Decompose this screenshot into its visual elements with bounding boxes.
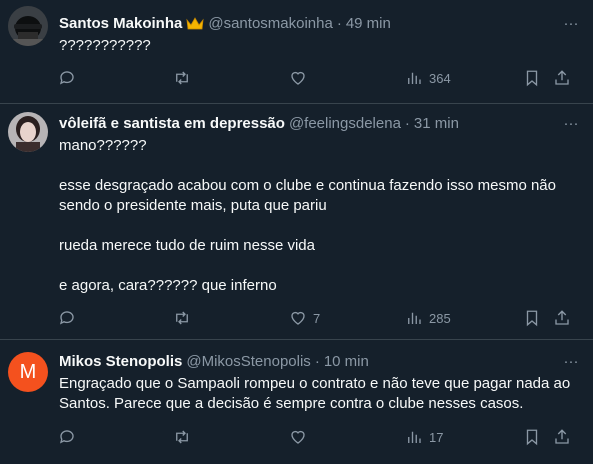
tweet[interactable]: vôleifã e santista em depressão @feeling… <box>0 104 593 340</box>
more-options-icon[interactable]: ··· <box>561 114 581 134</box>
user-handle[interactable]: @MikosStenopolis <box>186 352 310 372</box>
heart-icon <box>291 71 305 85</box>
timestamp[interactable]: 31 min <box>414 114 459 134</box>
action-bar: 7 285 <box>0 308 593 328</box>
display-name[interactable]: Mikos Stenopolis <box>59 352 182 372</box>
views-chart-icon <box>408 72 421 84</box>
avatar[interactable] <box>8 6 48 46</box>
like-button[interactable]: 7 <box>289 308 320 328</box>
like-button[interactable] <box>289 427 313 447</box>
retweet-button[interactable] <box>173 427 197 447</box>
more-options-icon[interactable]: ··· <box>561 14 581 34</box>
views-button[interactable]: 285 <box>405 308 451 328</box>
like-button[interactable] <box>289 68 313 88</box>
bookmark-icon <box>526 429 538 446</box>
retweet-button[interactable] <box>173 308 197 328</box>
view-count: 285 <box>429 310 451 326</box>
reply-icon <box>59 311 74 325</box>
view-count: 17 <box>429 429 444 445</box>
share-button[interactable] <box>553 308 571 328</box>
tweet-text: ??????????? <box>59 37 151 54</box>
display-name[interactable]: Santos Makoinha <box>59 14 182 34</box>
tweet-header: vôleifã e santista em depressão @feeling… <box>59 114 459 134</box>
avatar[interactable] <box>8 112 48 152</box>
tweet[interactable]: Santos Makoinha @santosmakoinha · 49 min… <box>0 0 593 104</box>
avatar[interactable]: M <box>8 352 48 392</box>
separator-dot: · <box>404 115 410 132</box>
tweet-header: Santos Makoinha @santosmakoinha · 49 min <box>59 14 391 34</box>
reply-button[interactable] <box>58 308 82 328</box>
retweet-icon <box>176 311 188 325</box>
like-count: 7 <box>313 310 321 326</box>
views-button[interactable]: 17 <box>405 427 443 447</box>
views-chart-icon <box>408 312 421 324</box>
bookmark-icon <box>526 70 538 87</box>
action-bar: 364 <box>0 68 593 88</box>
reply-icon <box>59 430 74 444</box>
view-count: 364 <box>429 70 451 86</box>
bookmark-button[interactable] <box>523 308 541 328</box>
tweet-text: Engraçado que o Sampaoli rompeu o contra… <box>59 375 571 412</box>
bookmark-button[interactable] <box>523 427 541 447</box>
timestamp[interactable]: 10 min <box>324 352 369 372</box>
tweet-text: mano?????? esse desgraçado acabou com o … <box>59 137 556 294</box>
separator-dot: · <box>314 353 320 370</box>
user-handle[interactable]: @feelingsdelena <box>289 114 401 134</box>
timestamp[interactable]: 49 min <box>346 14 391 34</box>
retweet-icon <box>176 430 188 444</box>
more-options-icon[interactable]: ··· <box>561 352 581 372</box>
share-icon <box>555 429 569 444</box>
heart-icon <box>291 311 305 325</box>
separator-dot: · <box>336 15 342 32</box>
bookmark-icon <box>526 310 538 327</box>
action-bar: 17 <box>0 427 593 447</box>
share-icon <box>555 70 569 85</box>
heart-icon <box>291 430 305 444</box>
views-chart-icon <box>408 431 421 443</box>
retweet-icon <box>176 71 188 85</box>
timeline-feed: Santos Makoinha @santosmakoinha · 49 min… <box>0 0 593 464</box>
display-name[interactable]: vôleifã e santista em depressão <box>59 114 285 134</box>
user-handle[interactable]: @santosmakoinha <box>208 14 332 34</box>
tweet-header: Mikos Stenopolis @MikosStenopolis · 10 m… <box>59 352 369 372</box>
crown-icon <box>186 17 204 31</box>
tweet[interactable]: M Mikos Stenopolis @MikosStenopolis · 10… <box>0 340 593 464</box>
avatar-letter: M <box>19 361 37 383</box>
views-button[interactable]: 364 <box>405 68 451 88</box>
reply-button[interactable] <box>58 427 82 447</box>
reply-button[interactable] <box>58 68 82 88</box>
reply-icon <box>59 71 74 85</box>
share-icon <box>555 310 569 325</box>
share-button[interactable] <box>553 427 571 447</box>
share-button[interactable] <box>553 68 571 88</box>
bookmark-button[interactable] <box>523 68 541 88</box>
retweet-button[interactable] <box>173 68 197 88</box>
